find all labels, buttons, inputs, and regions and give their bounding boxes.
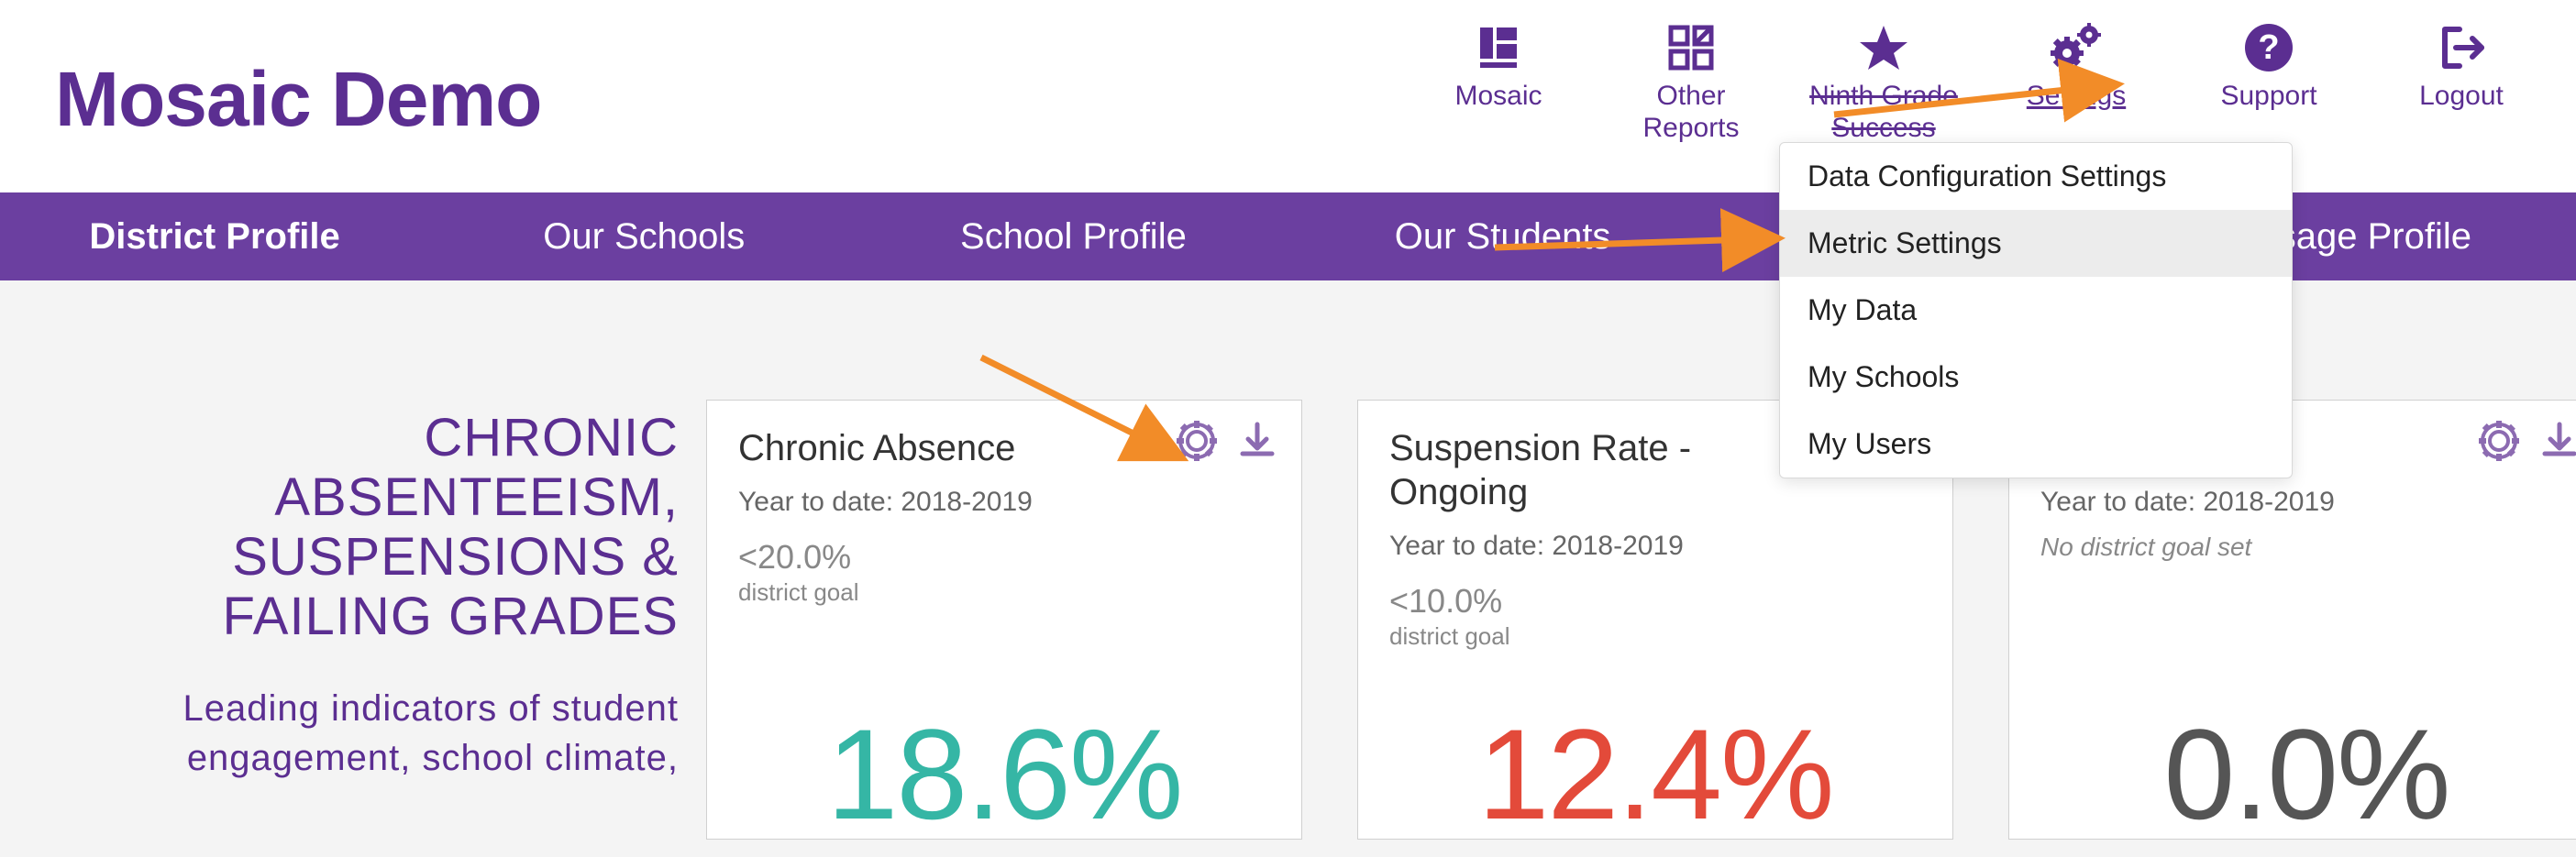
topnav-label: Logout <box>2419 81 2504 113</box>
card-subtitle: Year to date: 2018-2019 <box>738 487 1270 518</box>
logout-icon <box>2436 18 2487 77</box>
section-blurb: Leading indicators of student engagement… <box>37 684 679 783</box>
card-value: 0.0% <box>2009 710 2576 839</box>
mosaic-icon <box>1473 18 1524 77</box>
topnav-label: Other Reports <box>1613 81 1769 144</box>
dropdown-item-my-data[interactable]: My Data <box>1780 277 2292 344</box>
annotation-arrow-to-dropdown <box>1486 220 1797 275</box>
topnav-logout[interactable]: Logout <box>2383 18 2539 144</box>
topnav-support[interactable]: ? Support <box>2191 18 2347 144</box>
topnav-other-reports[interactable]: Other Reports <box>1613 18 1769 144</box>
download-icon[interactable] <box>1237 421 1277 461</box>
card-goal: <20.0% <box>738 538 1270 577</box>
topnav-mosaic[interactable]: Mosaic <box>1421 18 1576 144</box>
card-no-goal: No district goal set <box>2040 533 2572 562</box>
gear-icon[interactable] <box>2479 421 2519 461</box>
card-value: 18.6% <box>707 710 1301 839</box>
dropdown-item-my-users[interactable]: My Users <box>1780 411 2292 478</box>
annotation-arrow-to-settings <box>1825 73 2137 128</box>
section-header: CHRONIC ABSENTEEISM, SUSPENSIONS & FAILI… <box>37 409 679 783</box>
brand-title: Mosaic Demo <box>55 55 542 144</box>
gears-icon <box>2049 18 2104 77</box>
svg-text:?: ? <box>2258 28 2279 67</box>
grid-arrow-icon <box>1665 18 1717 77</box>
tab-school-profile[interactable]: School Profile <box>858 216 1288 258</box>
annotation-arrow-to-gear <box>972 348 1211 477</box>
card-goal: <10.0% <box>1389 582 1921 621</box>
card-subtitle: Year to date: 2018-2019 <box>1389 531 1921 562</box>
topnav-label: Support <box>2220 81 2316 113</box>
help-icon: ? <box>2243 18 2294 77</box>
star-icon <box>1858 18 1909 77</box>
download-icon[interactable] <box>2539 421 2576 461</box>
dropdown-item-metric-settings[interactable]: Metric Settings <box>1780 210 2292 277</box>
card-value: 12.4% <box>1358 710 1952 839</box>
tab-our-schools[interactable]: Our Schools <box>429 216 858 258</box>
dropdown-item-data-config[interactable]: Data Configuration Settings <box>1780 143 2292 210</box>
card-goal-label: district goal <box>738 578 1270 607</box>
dropdown-item-my-schools[interactable]: My Schools <box>1780 344 2292 411</box>
settings-dropdown: Data Configuration Settings Metric Setti… <box>1779 142 2293 478</box>
card-subtitle: Year to date: 2018-2019 <box>2040 487 2572 518</box>
card-goal-label: district goal <box>1389 622 1921 651</box>
topnav-label: Mosaic <box>1454 81 1542 113</box>
section-title: CHRONIC ABSENTEEISM, SUSPENSIONS & FAILI… <box>37 409 679 647</box>
tab-district-profile[interactable]: District Profile <box>0 216 429 258</box>
